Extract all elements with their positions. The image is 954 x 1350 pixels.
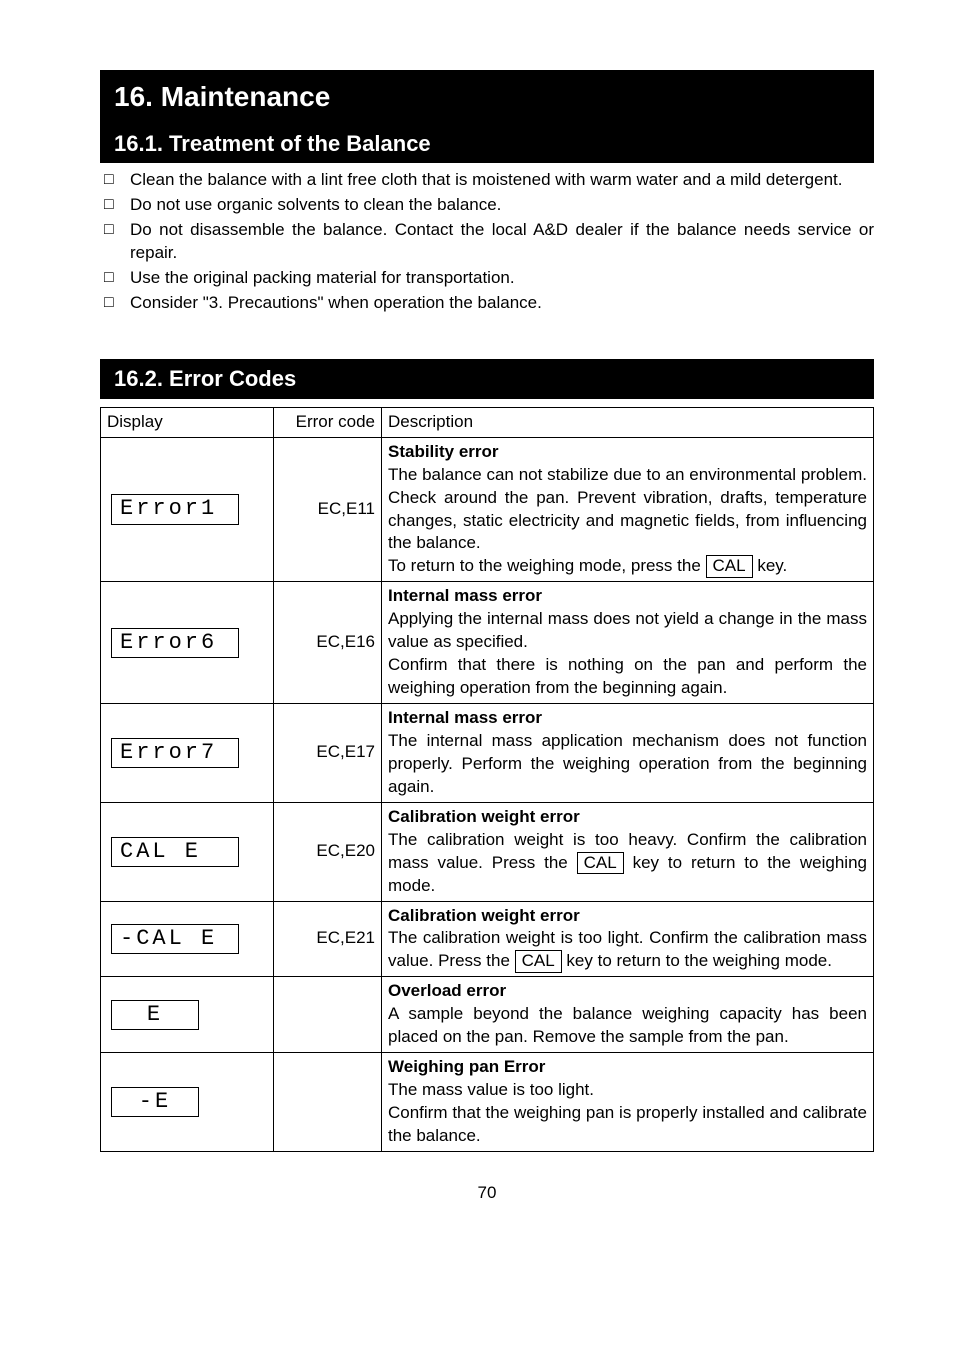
heading-maintenance: 16. Maintenance <box>100 70 874 124</box>
error-body: Applying the internal mass does not yiel… <box>388 609 867 651</box>
error-title: Internal mass error <box>388 708 542 727</box>
segment-display: E <box>111 1000 199 1030</box>
col-header-display: Display <box>101 407 274 437</box>
error-body-pre: To return to the weighing mode, press th… <box>388 556 706 575</box>
treatment-bullet-list: Clean the balance with a lint free cloth… <box>100 169 874 315</box>
error-title: Internal mass error <box>388 586 542 605</box>
error-code-value: EC,E17 <box>274 704 382 803</box>
error-body-post: key to return to the weighing mode. <box>562 951 832 970</box>
list-item: Do not disassemble the balance. Contact … <box>104 219 874 265</box>
table-row: Error1 EC,E11 Stability error The balanc… <box>101 437 874 582</box>
table-row: Error6 EC,E16 Internal mass error Applyi… <box>101 582 874 704</box>
list-item: Do not use organic solvents to clean the… <box>104 194 874 217</box>
error-title: Calibration weight error <box>388 807 580 826</box>
error-code-value: EC,E11 <box>274 437 382 582</box>
error-body-post: key. <box>753 556 788 575</box>
segment-display: -E <box>111 1087 199 1117</box>
error-codes-table: Display Error code Description Error1 EC… <box>100 407 874 1152</box>
error-title: Calibration weight error <box>388 906 580 925</box>
col-header-description: Description <box>382 407 874 437</box>
segment-display: -CAL E <box>111 924 239 954</box>
list-item: Clean the balance with a lint free cloth… <box>104 169 874 192</box>
error-code-value: EC,E16 <box>274 582 382 704</box>
table-row: -E Weighing pan Error The mass value is … <box>101 1053 874 1152</box>
error-code-value <box>274 1053 382 1152</box>
error-code-value: EC,E21 <box>274 901 382 977</box>
list-item: Consider "3. Precautions" when operation… <box>104 292 874 315</box>
error-body: The internal mass application mechanism … <box>388 731 867 796</box>
error-title: Weighing pan Error <box>388 1057 545 1076</box>
table-row: -CAL E EC,E21 Calibration weight error T… <box>101 901 874 977</box>
error-body: The mass value is too light. <box>388 1080 594 1099</box>
error-body: The balance can not stabilize due to an … <box>388 465 867 553</box>
segment-display: CAL E <box>111 837 239 867</box>
cal-key: CAL <box>706 555 753 577</box>
segment-display: Error1 <box>111 494 239 524</box>
error-body: Confirm that the weighing pan is properl… <box>388 1103 867 1145</box>
cal-key: CAL <box>515 950 562 972</box>
error-body: A sample beyond the balance weighing cap… <box>388 1004 867 1046</box>
error-code-value: EC,E20 <box>274 802 382 901</box>
segment-display: Error6 <box>111 628 239 658</box>
table-row: Error7 EC,E17 Internal mass error The in… <box>101 704 874 803</box>
col-header-code: Error code <box>274 407 382 437</box>
error-code-value <box>274 977 382 1053</box>
heading-error-codes: 16.2. Error Codes <box>100 359 874 399</box>
cal-key: CAL <box>577 852 624 874</box>
list-item: Use the original packing material for tr… <box>104 267 874 290</box>
table-row: E Overload error A sample beyond the bal… <box>101 977 874 1053</box>
segment-display: Error7 <box>111 738 239 768</box>
page-number: 70 <box>100 1182 874 1205</box>
error-title: Overload error <box>388 981 506 1000</box>
error-title: Stability error <box>388 442 499 461</box>
table-row: CAL E EC,E20 Calibration weight error Th… <box>101 802 874 901</box>
heading-treatment: 16.1. Treatment of the Balance <box>100 124 874 164</box>
error-body: Confirm that there is nothing on the pan… <box>388 655 867 697</box>
